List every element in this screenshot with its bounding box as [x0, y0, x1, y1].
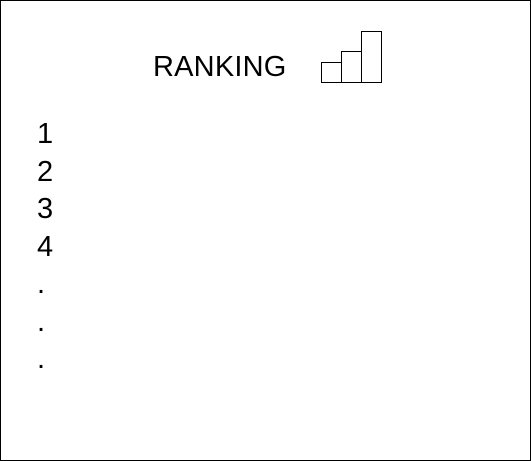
rank-ellipsis-dot: .	[37, 343, 46, 375]
rank-ellipsis-dot: .	[37, 305, 46, 338]
rank-item-2: 2	[37, 155, 54, 188]
ranking-title: RANKING	[153, 51, 287, 83]
rank-item-1: 1	[37, 118, 54, 150]
bar-chart-icon-bar-medium	[341, 51, 362, 83]
ranking-list: 1 2 3 4 . . .	[37, 116, 53, 379]
bar-chart-icon-bar-tall	[361, 31, 382, 83]
rank-item-4: 4	[37, 230, 54, 263]
bar-chart-icon-bar-short	[321, 62, 342, 83]
bar-chart-icon	[321, 31, 382, 83]
rank-item-3: 3	[37, 193, 54, 225]
ranking-panel: RANKING 1 2 3 4 . . .	[0, 0, 531, 461]
rank-ellipsis-dot: .	[37, 268, 46, 300]
